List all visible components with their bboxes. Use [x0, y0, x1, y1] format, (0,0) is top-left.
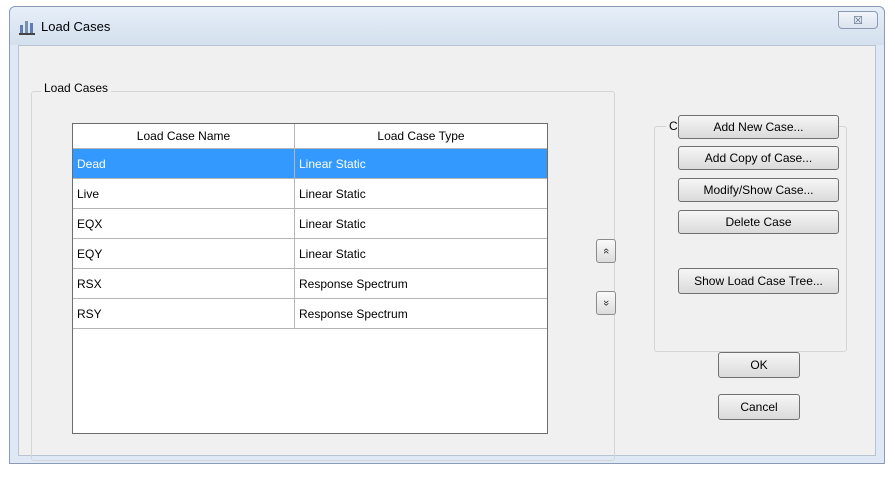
move-down-button[interactable]: »: [596, 291, 616, 315]
table-row[interactable]: RSY Response Spectrum: [73, 299, 547, 329]
case-type-cell: Linear Static: [299, 186, 366, 201]
load-cases-table[interactable]: Load Case Name Load Case Type Dead Linea…: [72, 123, 548, 434]
table-row[interactable]: RSX Response Spectrum: [73, 269, 547, 299]
column-header-name[interactable]: Load Case Name: [73, 124, 295, 148]
case-name-cell: EQY: [73, 239, 295, 268]
table-header: Load Case Name Load Case Type: [73, 124, 547, 149]
double-chevron-down-icon: »: [600, 299, 612, 307]
case-name-cell: Live: [73, 179, 295, 208]
cancel-button[interactable]: Cancel: [718, 394, 800, 420]
case-name-cell: RSX: [73, 269, 295, 298]
table-row[interactable]: EQY Linear Static: [73, 239, 547, 269]
delete-case-button[interactable]: Delete Case: [678, 210, 839, 234]
case-type-cell: Response Spectrum: [299, 276, 408, 291]
load-cases-group-label: Load Cases: [41, 81, 112, 95]
window-title: Load Cases: [41, 19, 111, 34]
case-name-cell: RSY: [73, 299, 295, 328]
add-copy-of-case-button[interactable]: Add Copy of Case...: [678, 146, 839, 170]
modify-show-case-button[interactable]: Modify/Show Case...: [678, 178, 839, 202]
load-cases-window: Load Cases ☒ Load Cases Load Case Name L…: [9, 6, 885, 464]
table-row[interactable]: Dead Linear Static: [73, 149, 547, 179]
ok-button[interactable]: OK: [718, 352, 800, 378]
app-icon: [19, 21, 35, 35]
add-new-case-button[interactable]: Add New Case...: [678, 115, 839, 139]
close-icon[interactable]: ☒: [838, 11, 878, 29]
case-name-cell: EQX: [73, 209, 295, 238]
title-bar: Load Cases ☒: [10, 7, 884, 45]
table-row[interactable]: EQX Linear Static: [73, 209, 547, 239]
column-header-type[interactable]: Load Case Type: [295, 124, 547, 148]
case-type-cell: Response Spectrum: [299, 306, 408, 321]
table-row[interactable]: Live Linear Static: [73, 179, 547, 209]
close-glyph: ☒: [853, 15, 863, 27]
show-load-case-tree-button[interactable]: Show Load Case Tree...: [678, 268, 839, 294]
move-up-button[interactable]: «: [596, 239, 616, 263]
case-type-cell: Linear Static: [299, 246, 366, 261]
case-type-cell: Linear Static: [299, 156, 366, 171]
double-chevron-up-icon: «: [600, 247, 612, 255]
dialog-client-area: Load Cases Load Case Name Load Case Type…: [18, 45, 876, 461]
case-type-cell: Linear Static: [299, 216, 366, 231]
case-name-cell: Dead: [73, 149, 295, 178]
